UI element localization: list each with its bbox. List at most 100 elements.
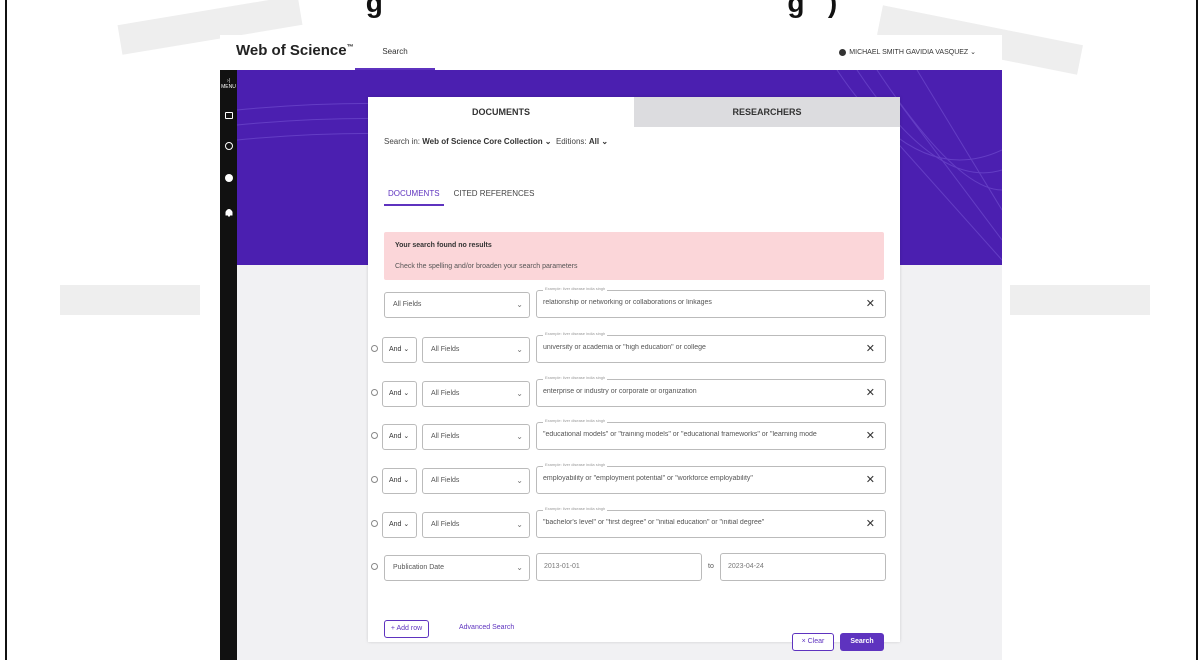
field-select[interactable]: All Fields ⌄	[422, 337, 530, 363]
query-input[interactable]: Example: liver disease india singh relat…	[536, 286, 886, 318]
field-select-value: All Fields	[431, 477, 460, 484]
date-field-select[interactable]: Publication Date ⌄	[384, 555, 530, 581]
query-input[interactable]: Example: liver disease india singh "bach…	[536, 506, 886, 538]
main-tabs: DOCUMENTS RESEARCHERS	[368, 97, 900, 127]
brand-logo[interactable]: Web of Science™	[236, 42, 354, 59]
boolean-select[interactable]: And ⌄	[382, 337, 417, 363]
nav-history[interactable]	[220, 142, 237, 150]
query-text: "educational models" or "training models…	[543, 431, 817, 438]
query-label: Example: liver disease india singh	[543, 418, 608, 423]
user-menu[interactable]: MICHAEL SMITH GAVIDIA VASQUEZ ⌄	[839, 48, 976, 56]
folder-icon	[224, 112, 233, 119]
user-icon	[839, 48, 847, 56]
minus-circle-icon[interactable]	[371, 520, 378, 527]
close-icon[interactable]: ✕	[866, 517, 875, 530]
close-icon[interactable]: ✕	[866, 386, 875, 399]
close-icon[interactable]: ✕	[866, 297, 875, 310]
close-icon[interactable]: ✕	[866, 473, 875, 486]
chevron-down-icon: ⌄	[516, 432, 523, 441]
chevron-down-icon: ⌄	[516, 345, 523, 354]
advanced-search-link[interactable]: Advanced Search	[459, 624, 514, 631]
collection-select[interactable]: Web of Science Core Collection ⌄	[422, 137, 551, 146]
add-row-button[interactable]: + Add row	[384, 620, 429, 638]
nav-alerts[interactable]	[220, 204, 237, 222]
tab-researchers[interactable]: RESEARCHERS	[634, 97, 900, 127]
bell-icon	[225, 209, 232, 217]
query-text: employability or "employment potential" …	[543, 475, 753, 482]
search-row: And ⌄ All Fields ⌄ Example: liver disease…	[368, 506, 900, 538]
field-select-value: All Fields	[393, 301, 422, 308]
field-select[interactable]: All Fields ⌄	[384, 292, 530, 318]
date-to-input[interactable]: 2023-04-24	[720, 553, 886, 581]
boolean-select[interactable]: And ⌄	[382, 424, 417, 450]
query-input[interactable]: Example: liver disease india singh "educ…	[536, 418, 886, 450]
nav-profile[interactable]	[220, 174, 237, 182]
minus-circle-icon[interactable]	[371, 389, 378, 396]
search-row: And ⌄ All Fields ⌄ Example: liver disease…	[368, 375, 900, 407]
query-text: relationship or networking or collaborat…	[543, 299, 712, 306]
nav-folder[interactable]	[220, 112, 237, 119]
field-select-value: All Fields	[431, 390, 460, 397]
minus-circle-icon[interactable]	[371, 563, 378, 570]
search-row: And ⌄ All Fields ⌄ Example: liver disease…	[368, 331, 900, 363]
frame-right-border	[1196, 0, 1198, 660]
query-label: Example: liver disease india singh	[543, 286, 608, 291]
alert-subtitle: Check the spelling and/or broaden your s…	[395, 263, 578, 270]
boolean-select[interactable]: And ⌄	[382, 468, 417, 494]
user-icon	[224, 174, 233, 182]
boolean-select[interactable]: And ⌄	[382, 381, 417, 407]
top-bar: Web of Science™ Search MICHAEL SMITH GAV…	[220, 35, 1002, 71]
date-field-value: Publication Date	[393, 564, 444, 571]
chevron-down-icon: ⌄	[516, 520, 523, 529]
query-input[interactable]: Example: liver disease india singh emplo…	[536, 462, 886, 494]
sub-tabs: DOCUMENTS CITED REFERENCES	[384, 189, 534, 206]
no-results-alert: Your search found no results Check the s…	[384, 232, 884, 280]
top-tab-search[interactable]: Search	[355, 35, 435, 70]
boolean-select[interactable]: And ⌄	[382, 512, 417, 538]
field-select-value: All Fields	[431, 521, 460, 528]
search-row: And ⌄ All Fields ⌄ Example: liver disease…	[368, 462, 900, 494]
date-from-input[interactable]: 2013-01-01	[536, 553, 702, 581]
tab-documents[interactable]: DOCUMENTS	[368, 97, 634, 127]
query-text: enterprise or industry or corporate or o…	[543, 388, 697, 395]
subtab-documents[interactable]: DOCUMENTS	[384, 189, 444, 206]
date-row: Publication Date ⌄ 2013-01-01 to 2023-04-…	[368, 553, 900, 581]
query-text: "bachelor's level" or "first degree" or …	[543, 519, 765, 526]
field-select[interactable]: All Fields ⌄	[422, 512, 530, 538]
chevron-down-icon: ⌄	[516, 476, 523, 485]
close-icon[interactable]: ✕	[866, 429, 875, 442]
field-select[interactable]: All Fields ⌄	[422, 424, 530, 450]
chevron-down-icon: ⌄	[516, 563, 523, 572]
query-input[interactable]: Example: liver disease india singh unive…	[536, 331, 886, 363]
menu-label: MENU	[221, 84, 236, 90]
search-row: All Fields ⌄ Example: liver disease india…	[368, 286, 900, 318]
clear-button[interactable]: × Clear	[792, 633, 834, 651]
field-select-value: All Fields	[431, 346, 460, 353]
minus-circle-icon[interactable]	[371, 345, 378, 352]
search-button[interactable]: Search	[840, 633, 884, 651]
query-label: Example: liver disease india singh	[543, 375, 608, 380]
chevron-down-icon: ⌄	[516, 389, 523, 398]
cropped-caption: g g )	[365, 0, 838, 18]
field-select[interactable]: All Fields ⌄	[422, 468, 530, 494]
history-icon	[224, 142, 233, 150]
query-input[interactable]: Example: liver disease india singh enter…	[536, 375, 886, 407]
menu-toggle[interactable]: ›| MENU	[220, 78, 237, 90]
brand-name: Web of Science	[236, 42, 347, 59]
close-icon[interactable]: ✕	[866, 342, 875, 355]
editions-label: Editions:	[555, 137, 587, 146]
query-label: Example: liver disease india singh	[543, 506, 608, 511]
field-select-value: All Fields	[431, 433, 460, 440]
subtab-cited-references[interactable]: CITED REFERENCES	[454, 189, 535, 206]
search-in-bar: Search in: Web of Science Core Collectio…	[384, 137, 608, 146]
editions-select[interactable]: All ⌄	[589, 137, 608, 146]
minus-circle-icon[interactable]	[371, 432, 378, 439]
web-of-science-window: Web of Science™ Search MICHAEL SMITH GAV…	[220, 35, 1002, 660]
minus-circle-icon[interactable]	[371, 476, 378, 483]
chevron-down-icon: ⌄	[516, 300, 523, 309]
frame-left-border	[5, 0, 7, 660]
query-label: Example: liver disease india singh	[543, 462, 608, 467]
field-select[interactable]: All Fields ⌄	[422, 381, 530, 407]
query-text: university or academia or "high educatio…	[543, 344, 706, 351]
brand-trademark: ™	[346, 44, 354, 51]
